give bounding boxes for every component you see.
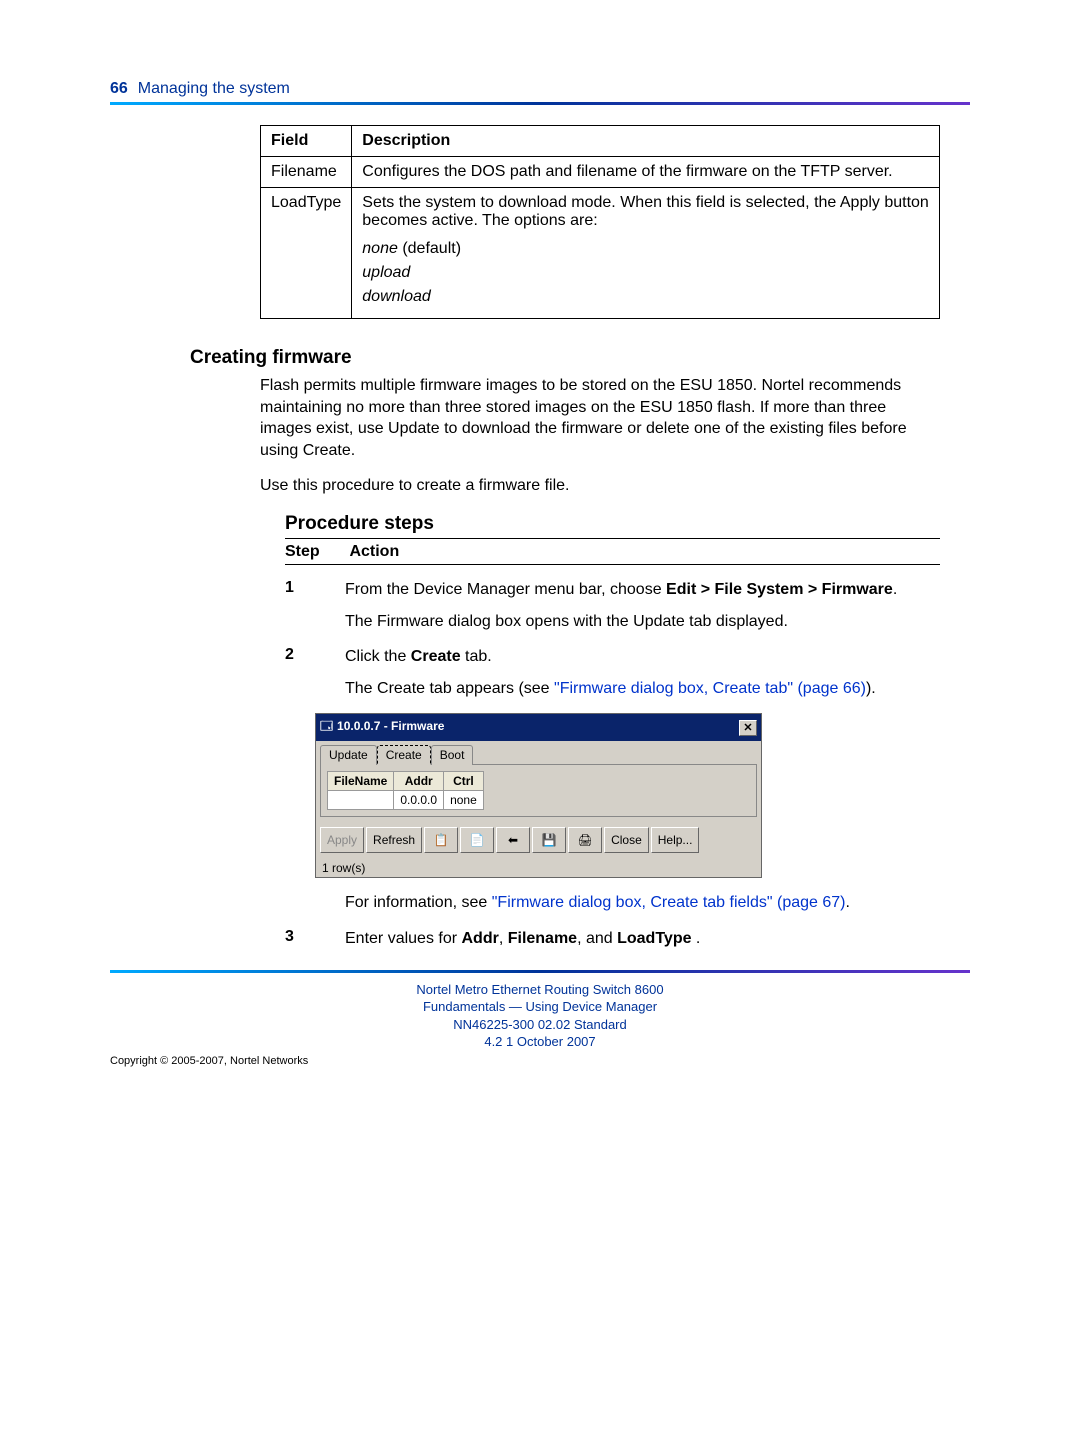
action-label: Action [349,543,399,560]
options-list: none (default) upload download [362,240,929,306]
step-text: From the Device Manager menu bar, choose… [345,579,940,601]
col-description: Description [352,126,940,157]
firmware-grid: FileName Addr Ctrl 0.0.0.0 none [327,771,484,810]
step-action-row: Step Action [285,543,940,565]
footer-rule [110,970,970,973]
header-rule [110,102,970,105]
page-number: 66 [110,80,128,98]
procedure-step: 1 From the Device Manager menu bar, choo… [285,579,940,601]
table-row: LoadType Sets the system to download mod… [261,188,940,319]
dialog-titlebar: 🗔 10.0.0.7 - Firmware ✕ [316,714,761,741]
button-bar: Apply Refresh 📋 📄 ⬅ 💾 🖨 Close Help... [320,827,757,853]
xref-link[interactable]: "Firmware dialog box, Create tab fields"… [492,894,846,911]
procedure-step: 3 Enter values for Addr, Filename, and L… [285,928,940,950]
step-subtext: The Create tab appears (see "Firmware di… [345,678,940,700]
paragraph: Use this procedure to create a firmware … [260,475,940,497]
page-header: 66 Managing the system [110,80,970,98]
row-count: 1 row(s) [316,857,761,877]
step-number: 1 [285,579,345,597]
col-ctrl: Ctrl [444,772,484,791]
field-description: Configures the DOS path and filename of … [352,157,940,188]
step-number: 3 [285,928,345,946]
step-subtext: The Firmware dialog box opens with the U… [345,611,940,633]
undo-icon[interactable]: ⬅ [496,827,530,853]
col-field: Field [261,126,352,157]
step-text: Click the Create tab. [345,646,940,668]
tab-update[interactable]: Update [320,745,377,765]
page-footer: Nortel Metro Ethernet Routing Switch 860… [110,981,970,1051]
step-subtext: For information, see "Firmware dialog bo… [345,892,940,914]
col-addr: Addr [394,772,444,791]
field-name: LoadType [261,188,352,319]
field-description-table: Field Description Filename Configures th… [260,125,940,319]
app-icon: 🗔 [320,719,333,733]
page: 66 Managing the system Field Description… [0,0,1080,1107]
print-icon[interactable]: 🖨 [568,827,602,853]
paste-icon[interactable]: 📄 [460,827,494,853]
firmware-dialog-screenshot: 🗔 10.0.0.7 - Firmware ✕ Update Create Boo… [315,713,970,878]
field-description: Sets the system to download mode. When t… [352,188,940,319]
cell-filename[interactable] [328,791,394,810]
copy-icon[interactable]: 📋 [424,827,458,853]
close-button[interactable]: Close [604,827,649,853]
paragraph: Flash permits multiple firmware images t… [260,375,940,461]
apply-button[interactable]: Apply [320,827,364,853]
grid-row[interactable]: 0.0.0.0 none [328,791,484,810]
copyright: Copyright © 2005-2007, Nortel Networks [110,1055,970,1067]
procedure-heading: Procedure steps [285,513,940,539]
step-label: Step [285,543,345,561]
page-header-title: Managing the system [138,80,290,98]
col-filename: FileName [328,772,394,791]
tab-create[interactable]: Create [377,745,431,765]
step-text: Enter values for Addr, Filename, and Loa… [345,928,940,950]
help-button[interactable]: Help... [651,827,700,853]
section-heading: Creating firmware [190,347,970,369]
cell-ctrl[interactable]: none [444,791,484,810]
procedure-step: 2 Click the Create tab. [285,646,940,668]
tab-boot[interactable]: Boot [431,745,474,765]
dialog-title: 10.0.0.7 - Firmware [337,719,444,733]
firmware-dialog: 🗔 10.0.0.7 - Firmware ✕ Update Create Boo… [315,713,762,878]
xref-link[interactable]: "Firmware dialog box, Create tab" (page … [554,680,866,697]
tab-pane: FileName Addr Ctrl 0.0.0.0 none [320,764,757,817]
tab-bar: Update Create Boot [320,745,757,765]
cell-addr[interactable]: 0.0.0.0 [394,791,444,810]
field-name: Filename [261,157,352,188]
save-icon[interactable]: 💾 [532,827,566,853]
close-icon[interactable]: ✕ [739,720,757,736]
step-number: 2 [285,646,345,664]
refresh-button[interactable]: Refresh [366,827,422,853]
table-row: Filename Configures the DOS path and fil… [261,157,940,188]
